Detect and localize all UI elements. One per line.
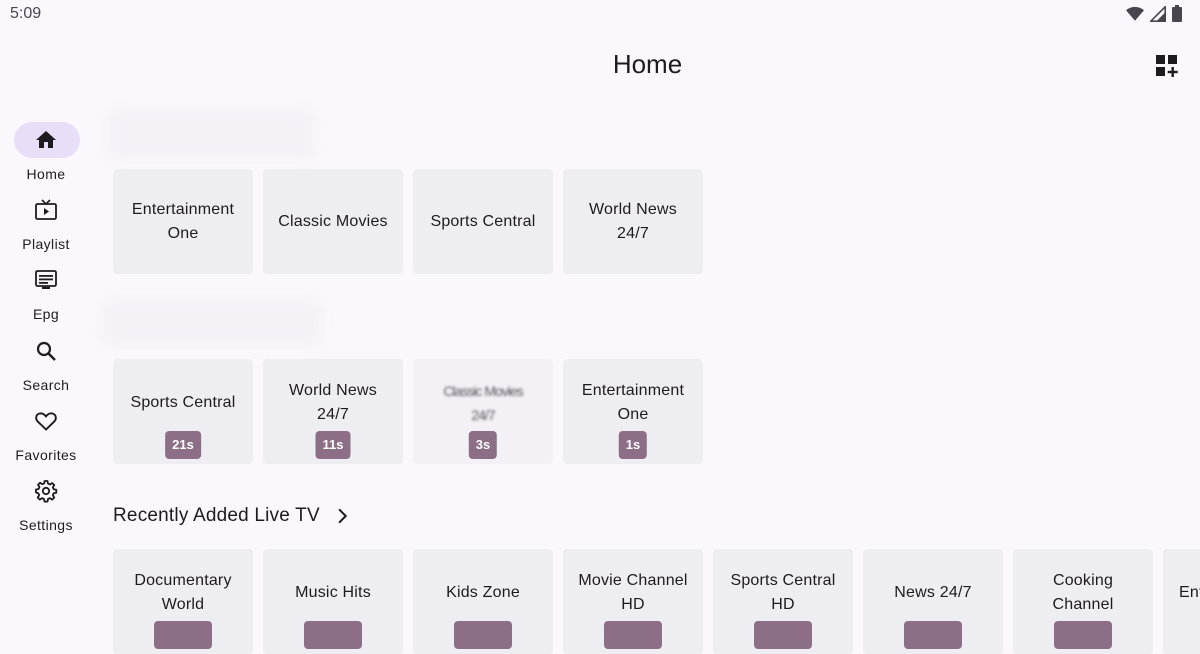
- channel-card[interactable]: Sports Central: [413, 169, 553, 274]
- channel-card[interactable]: Classic Movies: [263, 169, 403, 274]
- channel-card[interactable]: Entertainment One: [113, 169, 253, 274]
- nav-label-settings: Settings: [19, 517, 73, 533]
- nav-item-settings[interactable]: Settings: [0, 471, 92, 535]
- top-app-bar: Home: [0, 40, 1200, 92]
- watch-time-badge: 3s: [468, 431, 498, 459]
- nav-label-epg: Epg: [32, 306, 60, 322]
- status-time: 5:09: [10, 5, 42, 22]
- channel-badge: [754, 621, 812, 649]
- channel-card[interactable]: News 24/7: [863, 549, 1003, 654]
- search-icon: [36, 341, 56, 361]
- heart-icon: [35, 412, 57, 431]
- card-title: World News 24/7: [589, 200, 677, 242]
- channel-card[interactable]: Cooking Channel: [1013, 549, 1153, 654]
- channel-card[interactable]: Movie Channel HD: [563, 549, 703, 654]
- epg-icon: [35, 270, 57, 289]
- signal-icon: [1150, 5, 1166, 22]
- nav-item-home[interactable]: Home: [0, 120, 92, 184]
- nav-item-favorites[interactable]: Favorites: [0, 401, 92, 465]
- nav-item-playlist[interactable]: Playlist: [0, 190, 92, 254]
- playlist-tv-icon: [35, 199, 57, 220]
- section-header-recently-added[interactable]: Recently Added Live TV: [113, 503, 352, 529]
- gear-icon: [35, 480, 58, 503]
- nav-item-search[interactable]: Search: [0, 331, 92, 395]
- watch-time-badge: 1s: [618, 431, 648, 459]
- channel-badge: [154, 621, 212, 649]
- nav-label-home: Home: [26, 166, 66, 182]
- chevron-right-icon: [338, 508, 348, 524]
- channel-card[interactable]: Sports Central 21s: [113, 359, 253, 464]
- section-title: Recently Added Live TV: [113, 505, 320, 526]
- channel-badge: [304, 621, 362, 649]
- nav-label-favorites: Favorites: [15, 447, 77, 463]
- page-title: Home: [612, 49, 683, 79]
- watch-time-badge: 21s: [165, 431, 201, 459]
- nav-label-playlist: Playlist: [22, 236, 70, 252]
- channel-card[interactable]: Kids Zone: [413, 549, 553, 654]
- home-icon: [36, 131, 56, 148]
- card-title: Entertainment One: [131, 200, 235, 242]
- channel-badge: [454, 621, 512, 649]
- nav-label-search: Search: [22, 377, 70, 393]
- card-title: Classic Movies: [278, 212, 388, 230]
- channel-badge: [604, 621, 662, 649]
- channel-card[interactable]: World News 24/7 11s: [263, 359, 403, 464]
- channel-card[interactable]: Entertainment One 1s: [563, 359, 703, 464]
- nav-item-epg[interactable]: Epg: [0, 260, 92, 324]
- add-widget-icon[interactable]: [1155, 54, 1179, 78]
- section-title-placeholder: [106, 108, 316, 160]
- section-title-placeholder: [100, 298, 322, 346]
- channel-badge: [904, 621, 962, 649]
- watch-time-badge: 11s: [315, 431, 351, 459]
- wifi-icon: [1126, 6, 1144, 21]
- battery-icon: [1172, 5, 1182, 22]
- status-bar: 5:09: [0, 0, 1200, 28]
- card-title: Sports Central: [430, 212, 536, 230]
- channel-card[interactable]: Music Hits: [263, 549, 403, 654]
- card-title: Ent: [1179, 584, 1200, 601]
- channel-card[interactable]: Documentary World: [113, 549, 253, 654]
- status-icons: [1126, 5, 1182, 22]
- channel-card[interactable]: Ent: [1163, 549, 1200, 654]
- channel-card[interactable]: Sports Central HD: [713, 549, 853, 654]
- channel-card[interactable]: World News 24/7: [563, 169, 703, 274]
- channel-card[interactable]: Classic Movies 24/7 3s: [413, 359, 553, 464]
- channel-badge: [1054, 621, 1112, 649]
